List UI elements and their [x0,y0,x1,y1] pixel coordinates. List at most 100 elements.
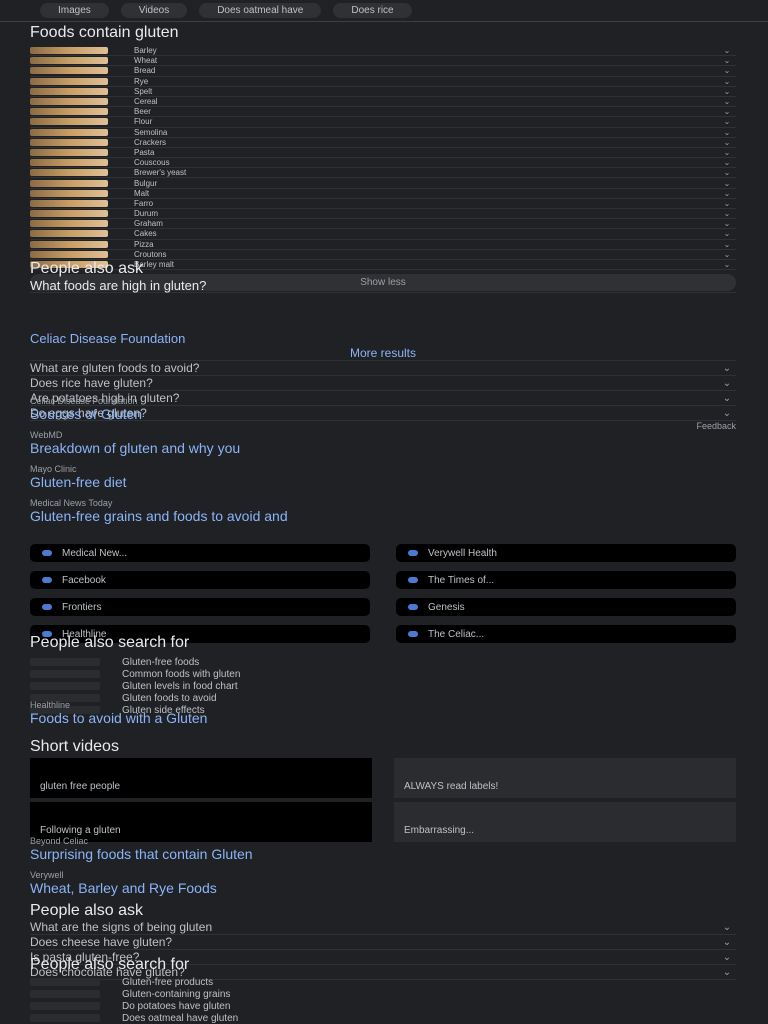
foods-contain-gluten-section: Foods contain gluten Barley ⌄ Wheat ⌄ Bread ⌄… [30,24,736,292]
food-label: Beer [134,107,151,117]
food-label: Wheat [134,56,158,66]
food-row[interactable]: Cakes ⌄ [30,229,736,240]
food-thumbnail [30,98,108,106]
search-result: WebMD Breakdown of gluten and why you [30,430,736,464]
result-title-link[interactable]: Gluten-free grains and foods to avoid an… [30,508,736,524]
site-pill[interactable]: Genesis [396,598,736,616]
site-pill[interactable]: Facebook [30,571,370,589]
food-label: Bulgur [134,178,158,188]
paa-question-text: Does rice have gluten? [30,376,153,390]
paa-question[interactable]: What are gluten foods to avoid? ⌄ [30,361,736,376]
result-title-link[interactable]: Foods to avoid with a Gluten [30,710,736,726]
chevron-down-icon: ⌄ [723,86,731,96]
site-pill[interactable]: Medical New... [30,544,370,562]
chevron-down-icon: ⌄ [723,137,731,147]
chevron-down-icon: ⌄ [722,936,732,948]
food-row[interactable]: Beer ⌄ [30,107,736,118]
food-thumbnail [30,189,108,197]
food-row[interactable]: Bulgur ⌄ [30,178,736,189]
related-search[interactable]: Gluten-free products [30,976,736,988]
result-site: Celiac Disease Foundation [30,396,138,406]
food-row[interactable]: Cereal ⌄ [30,97,736,108]
short-video-1[interactable]: gluten free people [30,758,372,798]
related-search[interactable]: Does oatmeal have gluten [30,1012,736,1024]
tab-videos[interactable]: Videos [120,3,188,18]
chevron-down-icon: ⌄ [723,56,731,66]
result-title-link[interactable]: Wheat, Barley and Rye Foods [30,880,736,896]
chevron-down-icon: ⌄ [723,188,731,198]
food-row[interactable]: Flour ⌄ [30,117,736,128]
search-icon [30,1002,100,1010]
more-results-button[interactable]: More results [30,346,736,361]
food-row[interactable]: Semolina ⌄ [30,128,736,138]
related-search[interactable]: Gluten-containing grains [30,988,736,1000]
food-thumbnail [30,230,108,238]
short-video-2[interactable]: ALWAYS read labels! [394,758,736,798]
chevron-down-icon: ⌄ [723,76,731,86]
chevron-down-icon: ⌄ [723,198,731,208]
food-label: Crackers [134,137,167,147]
food-row[interactable]: Bread ⌄ [30,66,736,77]
chevron-down-icon: ⌄ [723,168,731,178]
result-title-link[interactable]: Sources of Gluten [30,406,736,422]
site-pill[interactable]: Frontiers [30,598,370,616]
chevron-down-icon: ⌄ [723,117,731,127]
food-row[interactable]: Malt ⌄ [30,189,736,199]
chevron-down-icon: ⌄ [723,229,731,239]
tab-does-rice[interactable]: Does rice [333,3,412,18]
chevron-down-icon: ⌄ [723,46,731,56]
site-favicon-icon [42,604,52,610]
food-row[interactable]: Durum ⌄ [30,209,736,220]
paa-question[interactable]: Does rice have gluten? ⌄ [30,376,736,391]
food-row[interactable]: Brewer's yeast ⌄ [30,168,736,179]
result-title-link[interactable]: Breakdown of gluten and why you [30,440,736,456]
paa-source-link[interactable]: Celiac Disease Foundation [30,331,736,346]
food-label: Barley [134,46,157,56]
paa-question[interactable]: What are the signs of being gluten ⌄ [30,920,736,935]
food-row[interactable]: Croutons ⌄ [30,250,736,260]
chevron-down-icon: ⌄ [723,209,731,219]
food-row[interactable]: Barley ⌄ [30,46,736,57]
food-row[interactable]: Rye ⌄ [30,77,736,87]
result-site: Healthline [30,700,71,710]
food-thumbnail [30,210,108,218]
food-row[interactable]: Wheat ⌄ [30,56,736,67]
related-search[interactable]: Gluten levels in food chart [30,680,736,692]
site-favicon-icon [408,550,418,556]
food-label: Cakes [134,229,157,239]
paa-question-expanded[interactable]: What foods are high in gluten? [30,278,736,293]
related-search[interactable]: Gluten-free foods [30,656,736,668]
site-favicon-icon [408,604,418,610]
chevron-down-icon: ⌄ [723,127,731,137]
search-result: Celiac Disease Foundation Sources of Glut… [30,396,736,430]
food-row[interactable]: Spelt ⌄ [30,87,736,97]
food-thumbnail [30,57,108,65]
site-pill[interactable]: The Times of... [396,571,736,589]
result-healthline: Healthline Foods to avoid with a Gluten [30,700,736,726]
food-row[interactable]: Graham ⌄ [30,219,736,230]
food-row[interactable]: Pasta ⌄ [30,148,736,159]
search-icon [30,978,100,986]
food-row[interactable]: Pizza ⌄ [30,240,736,250]
related-search[interactable]: Do potatoes have gluten [30,1000,736,1012]
result-title-link[interactable]: Surprising foods that contain Gluten [30,846,736,862]
food-label: Spelt [134,86,153,96]
result-title-link[interactable]: Gluten-free diet [30,474,736,490]
tab-does-oatmeal[interactable]: Does oatmeal have [199,3,322,18]
related-search[interactable]: Common foods with gluten [30,668,736,680]
food-row[interactable]: Couscous ⌄ [30,158,736,169]
chevron-down-icon: ⌄ [722,362,732,374]
site-pill[interactable]: Verywell Health [396,544,736,562]
food-label: Flour [134,117,153,127]
result-site: Mayo Clinic [30,464,77,474]
food-row[interactable]: Farro ⌄ [30,199,736,209]
food-row[interactable]: Crackers ⌄ [30,138,736,148]
food-thumbnail [30,179,108,187]
food-thumbnail [30,138,108,146]
food-thumbnail [30,77,108,85]
paa-question[interactable]: Does cheese have gluten? ⌄ [30,935,736,950]
result-site: Beyond Celiac [30,836,89,846]
short-videos-section: Short videos gluten free people ALWAYS r… [30,738,736,842]
tab-images[interactable]: Images [40,3,109,18]
search-result: Mayo Clinic Gluten-free diet [30,464,736,498]
